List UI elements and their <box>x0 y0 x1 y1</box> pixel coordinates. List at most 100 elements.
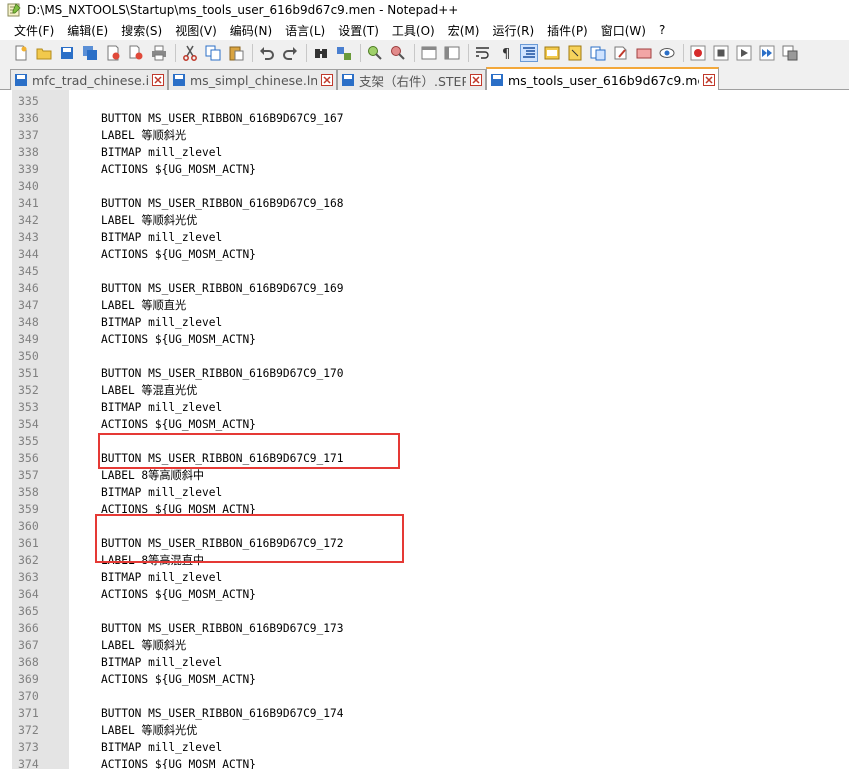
code-line[interactable]: 364 ACTIONS ${UG_MOSM_ACTN} <box>0 586 849 603</box>
close-icon[interactable] <box>470 74 482 86</box>
code-line[interactable]: 342 LABEL 等顺斜光优 <box>0 212 849 229</box>
zoom-out-icon[interactable] <box>389 44 407 62</box>
folder-workspace-icon[interactable] <box>612 44 630 62</box>
code-line[interactable]: 362 LABEL 8等高混直中 <box>0 552 849 569</box>
line-text[interactable]: BITMAP mill_zlevel <box>101 399 222 416</box>
line-text[interactable]: BITMAP mill_zlevel <box>101 484 222 501</box>
close-icon[interactable] <box>104 44 122 62</box>
code-line[interactable]: 363 BITMAP mill_zlevel <box>0 569 849 586</box>
code-line[interactable]: 374 ACTIONS ${UG_MOSM_ACTN} <box>0 756 849 769</box>
line-text[interactable]: BUTTON MS_USER_RIBBON_616B9D67C9_172 <box>101 535 343 552</box>
line-text[interactable]: LABEL 等混直光优 <box>101 382 197 399</box>
save-all-icon[interactable] <box>81 44 99 62</box>
line-text[interactable]: BUTTON MS_USER_RIBBON_616B9D67C9_168 <box>101 195 343 212</box>
tab-ms-tools-user[interactable]: ms_tools_user_616b9d67c9.men <box>486 67 719 91</box>
line-text[interactable]: BUTTON MS_USER_RIBBON_616B9D67C9_167 <box>101 110 343 127</box>
code-line[interactable]: 336 BUTTON MS_USER_RIBBON_616B9D67C9_167 <box>0 110 849 127</box>
line-text[interactable]: LABEL 等顺斜光优 <box>101 212 197 229</box>
undo-icon[interactable] <box>258 44 276 62</box>
replace-icon[interactable] <box>335 44 353 62</box>
code-line[interactable]: 356 BUTTON MS_USER_RIBBON_616B9D67C9_171 <box>0 450 849 467</box>
code-line[interactable]: 337 LABEL 等顺斜光 <box>0 127 849 144</box>
function-list-icon[interactable] <box>589 44 607 62</box>
code-line[interactable]: 357 LABEL 8等高顺斜中 <box>0 467 849 484</box>
tab-bracket-step[interactable]: 支架（右件）.STEP <box>337 69 486 90</box>
word-wrap-icon[interactable] <box>474 44 492 62</box>
cut-icon[interactable] <box>181 44 199 62</box>
code-line[interactable]: 366 BUTTON MS_USER_RIBBON_616B9D67C9_173 <box>0 620 849 637</box>
code-line[interactable]: 345 <box>0 263 849 280</box>
line-text[interactable]: LABEL 等顺斜光优 <box>101 722 197 739</box>
code-line[interactable]: 340 <box>0 178 849 195</box>
menu-edit[interactable]: 编辑(E) <box>60 22 114 39</box>
code-line[interactable]: 369 ACTIONS ${UG_MOSM_ACTN} <box>0 671 849 688</box>
code-line[interactable]: 343 BITMAP mill_zlevel <box>0 229 849 246</box>
menu-encoding[interactable]: 编码(N) <box>223 22 278 39</box>
code-line[interactable]: 373 BITMAP mill_zlevel <box>0 739 849 756</box>
menu-window[interactable]: 窗口(W) <box>594 22 652 39</box>
menu-run[interactable]: 运行(R) <box>485 22 540 39</box>
line-text[interactable]: BUTTON MS_USER_RIBBON_616B9D67C9_173 <box>101 620 343 637</box>
line-text[interactable]: ACTIONS ${UG_MOSM_ACTN} <box>101 331 256 348</box>
code-line[interactable]: 368 BITMAP mill_zlevel <box>0 654 849 671</box>
copy-icon[interactable] <box>204 44 222 62</box>
eye-icon[interactable] <box>658 44 676 62</box>
line-text[interactable]: BITMAP mill_zlevel <box>101 314 222 331</box>
menu-search[interactable]: 搜索(S) <box>114 22 168 39</box>
menu-view[interactable]: 视图(V) <box>168 22 223 39</box>
menu-file[interactable]: 文件(F) <box>0 22 60 39</box>
menu-tools[interactable]: 工具(O) <box>385 22 441 39</box>
line-text[interactable]: BITMAP mill_zlevel <box>101 229 222 246</box>
code-line[interactable]: 349 ACTIONS ${UG_MOSM_ACTN} <box>0 331 849 348</box>
code-line[interactable]: 338 BITMAP mill_zlevel <box>0 144 849 161</box>
udl-icon[interactable] <box>543 44 561 62</box>
line-text[interactable]: BUTTON MS_USER_RIBBON_616B9D67C9_169 <box>101 280 343 297</box>
code-line[interactable]: 372 LABEL 等顺斜光优 <box>0 722 849 739</box>
menu-language[interactable]: 语言(L) <box>278 22 331 39</box>
line-text[interactable]: ACTIONS ${UG_MOSM_ACTN} <box>101 501 256 518</box>
code-line[interactable]: 352 LABEL 等混直光优 <box>0 382 849 399</box>
paste-icon[interactable] <box>227 44 245 62</box>
zoom-in-icon[interactable] <box>366 44 384 62</box>
code-line[interactable]: 351 BUTTON MS_USER_RIBBON_616B9D67C9_170 <box>0 365 849 382</box>
tab-ms-simpl-chinese[interactable]: ms_simpl_chinese.lng <box>168 69 337 90</box>
code-line[interactable]: 370 <box>0 688 849 705</box>
open-file-icon[interactable] <box>35 44 53 62</box>
code-line[interactable]: 360 <box>0 518 849 535</box>
code-lines[interactable]: 335 336 BUTTON MS_USER_RIBBON_616B9D67C9_1… <box>0 93 849 769</box>
line-text[interactable]: ACTIONS ${UG_MOSM_ACTN} <box>101 756 256 769</box>
close-icon[interactable] <box>152 74 164 86</box>
code-line[interactable]: 344 ACTIONS ${UG_MOSM_ACTN} <box>0 246 849 263</box>
line-text[interactable]: ACTIONS ${UG_MOSM_ACTN} <box>101 246 256 263</box>
redo-icon[interactable] <box>281 44 299 62</box>
code-line[interactable]: 339 ACTIONS ${UG_MOSM_ACTN} <box>0 161 849 178</box>
editor-area[interactable]: 335 336 BUTTON MS_USER_RIBBON_616B9D67C9_1… <box>0 90 849 769</box>
show-all-chars-icon[interactable]: ¶ <box>497 44 515 62</box>
close-icon[interactable] <box>703 74 715 86</box>
sync-horizontal-icon[interactable] <box>443 44 461 62</box>
sync-vertical-icon[interactable] <box>420 44 438 62</box>
line-text[interactable]: ACTIONS ${UG_MOSM_ACTN} <box>101 671 256 688</box>
save-icon[interactable] <box>58 44 76 62</box>
code-line[interactable]: 353 BITMAP mill_zlevel <box>0 399 849 416</box>
code-line[interactable]: 335 <box>0 93 849 110</box>
line-text[interactable]: LABEL 等顺直光 <box>101 297 186 314</box>
tab-mfc-trad-chinese[interactable]: mfc_trad_chinese.ini <box>10 69 168 90</box>
line-text[interactable]: ACTIONS ${UG_MOSM_ACTN} <box>101 416 256 433</box>
line-text[interactable]: BITMAP mill_zlevel <box>101 654 222 671</box>
indent-guide-icon[interactable] <box>520 44 538 62</box>
menu-help[interactable]: ? <box>652 23 671 37</box>
line-text[interactable]: LABEL 等顺斜光 <box>101 637 186 654</box>
run-macro-multiple-icon[interactable] <box>758 44 776 62</box>
code-line[interactable]: 355 <box>0 433 849 450</box>
line-text[interactable]: LABEL 8等高混直中 <box>101 552 204 569</box>
line-text[interactable]: ACTIONS ${UG_MOSM_ACTN} <box>101 161 256 178</box>
close-all-icon[interactable] <box>127 44 145 62</box>
doc-map-icon[interactable] <box>566 44 584 62</box>
line-text[interactable]: LABEL 等顺斜光 <box>101 127 186 144</box>
menu-settings[interactable]: 设置(T) <box>331 22 385 39</box>
code-line[interactable]: 354 ACTIONS ${UG_MOSM_ACTN} <box>0 416 849 433</box>
line-text[interactable]: BUTTON MS_USER_RIBBON_616B9D67C9_174 <box>101 705 343 722</box>
menu-plugins[interactable]: 插件(P) <box>540 22 594 39</box>
line-text[interactable]: BUTTON MS_USER_RIBBON_616B9D67C9_170 <box>101 365 343 382</box>
